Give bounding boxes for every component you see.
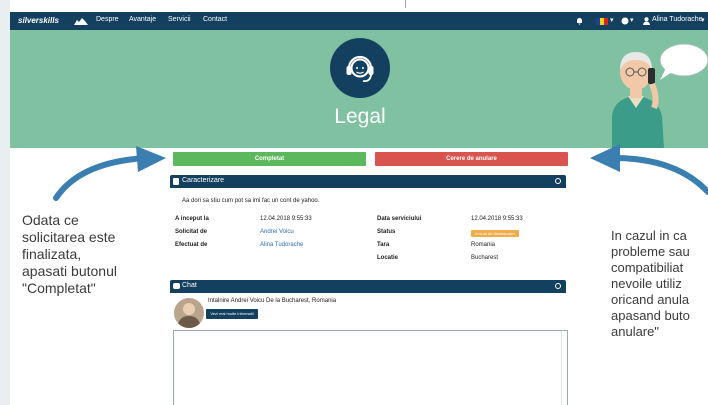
user-icon — [643, 17, 650, 25]
nav-link-avantaje[interactable]: Avantaje — [129, 16, 156, 23]
user-name[interactable]: Alina Tudorache — [652, 16, 703, 23]
meeting-text: Intalnire Andrei Voicu De la Bucharest, … — [208, 298, 337, 304]
chat-message-input[interactable] — [173, 330, 568, 405]
country-label: Tara — [377, 242, 390, 248]
nav-link-servicii[interactable]: Servicii — [168, 16, 191, 23]
right-annotation-line: anulare" — [611, 324, 659, 339]
started-at-label: A inceput la — [175, 216, 209, 222]
flag-icon[interactable] — [596, 18, 608, 25]
page-canvas: silverskills Despre Avantaje Servicii Co… — [10, 0, 708, 405]
left-annotation-text: Odata ce solicitarea este finalizata, ap… — [22, 212, 117, 297]
right-annotation-line: compatibiliat — [611, 260, 684, 275]
complete-button[interactable]: Completat — [173, 152, 366, 166]
started-at-value: 12.04.2018 9:55:33 — [260, 216, 312, 222]
nav-link-contact[interactable]: Contact — [203, 16, 227, 23]
nav-link-despre[interactable]: Despre — [96, 16, 119, 23]
user-menu-caret[interactable]: ▾ — [701, 16, 705, 24]
document-icon — [173, 178, 179, 185]
right-annotation-line: In cazul in ca — [611, 228, 687, 243]
right-annotation-line: oricand anula — [611, 292, 690, 307]
info-icon[interactable] — [555, 283, 561, 289]
chat-scrollbar[interactable] — [561, 331, 567, 405]
left-annotation-arrow — [53, 146, 166, 201]
elderly-man-phone-illustration — [612, 43, 708, 148]
details-panel-title: Caracterizare — [182, 177, 225, 184]
avatar[interactable] — [174, 298, 204, 328]
right-annotation-arrow — [590, 144, 708, 195]
status-badge: in curs de desfasurare — [471, 230, 519, 237]
service-title: Legal — [334, 105, 386, 128]
bell-icon[interactable] — [576, 17, 583, 25]
left-annotation-line: finalizata, — [22, 246, 82, 262]
left-annotation-line: apasati butonul — [22, 263, 117, 279]
chat-panel-title: Chat — [182, 282, 197, 289]
top-navbar: silverskills Despre Avantaje Servicii Co… — [10, 12, 708, 30]
details-panel-header: Caracterizare — [170, 175, 566, 188]
left-annotation-line: Odata ce — [22, 212, 79, 228]
left-annotation-line: "Completat" — [22, 280, 96, 296]
right-annotation-line: apasand buto — [611, 308, 690, 323]
right-annotation-text: In cazul in ca probleme sau compatibilia… — [611, 228, 690, 340]
globe-icon[interactable] — [621, 17, 629, 25]
more-info-button[interactable]: Vezi mai multe informatii — [206, 309, 258, 319]
performed-by-label: Efectuat de — [175, 242, 208, 248]
service-badge — [330, 38, 390, 98]
status-label: Status — [377, 229, 396, 235]
brand-silhouette-icon — [74, 18, 88, 25]
right-annotation-line: nevoile utiliz — [611, 276, 682, 291]
country-value: Romania — [471, 242, 496, 248]
left-annotation-line: solicitarea este — [22, 229, 116, 245]
brand-logo[interactable]: silverskills — [18, 16, 59, 25]
request-description: Aa dori sa stiu cum pot sa imi fac un co… — [182, 198, 320, 204]
hero-banner: Legal — [10, 30, 708, 148]
headset-icon — [346, 55, 374, 83]
info-icon[interactable] — [555, 178, 561, 184]
requested-by-link[interactable]: Andrei Voicu — [260, 229, 294, 235]
globe-caret[interactable]: ▾ — [630, 16, 634, 24]
language-caret[interactable]: ▾ — [610, 16, 614, 24]
requested-by-label: Solicitat de — [175, 229, 208, 235]
service-date-label: Data serviciului — [377, 216, 422, 222]
chat-panel-header: Chat — [170, 280, 566, 293]
chat-icon — [173, 283, 180, 289]
location-value: Bucharest — [471, 255, 499, 261]
performed-by-link[interactable]: Alina Tudorache — [260, 242, 303, 248]
cancel-request-button[interactable]: Cerere de anulare — [375, 152, 568, 166]
location-label: Locatie — [377, 255, 399, 261]
top-divider — [405, 0, 406, 8]
service-date-value: 12.04.2018 9:55:33 — [471, 216, 523, 222]
right-annotation-line: probleme sau — [611, 244, 690, 259]
